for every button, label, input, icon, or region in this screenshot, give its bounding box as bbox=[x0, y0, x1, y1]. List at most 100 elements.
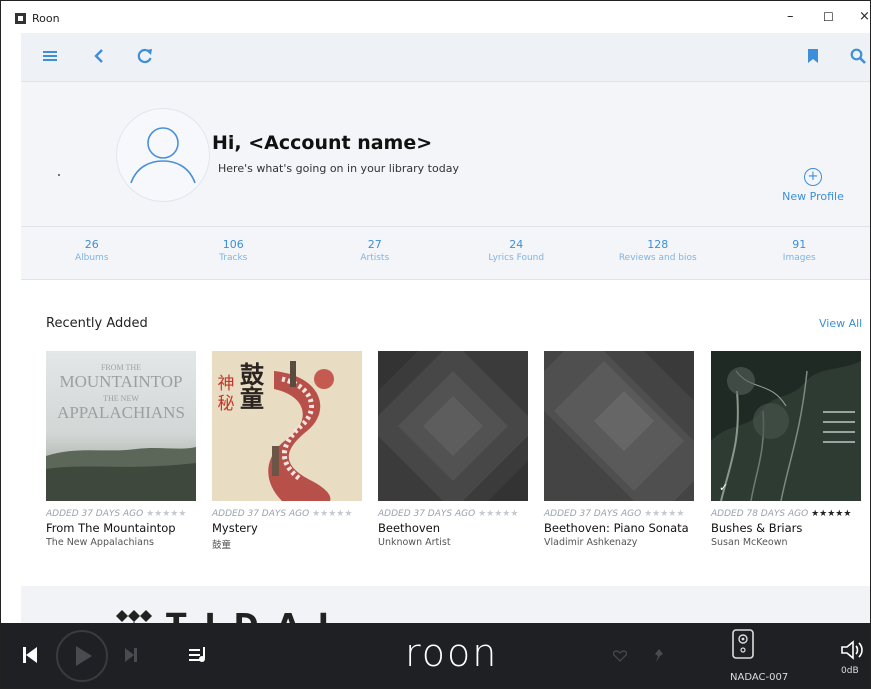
recently-added-heading: Recently Added bbox=[46, 316, 148, 331]
album-cover[interactable]: ✓ bbox=[711, 351, 861, 501]
library-stats: 26 Albums 106 Tracks 27 Artists 24 Lyric… bbox=[21, 226, 870, 280]
stat-value: 26 bbox=[84, 238, 99, 251]
album-cover-art bbox=[544, 351, 694, 501]
stat-value: 106 bbox=[222, 238, 244, 251]
album-cover-art: 鼓 童 神 秘 bbox=[212, 351, 362, 501]
play-button[interactable] bbox=[55, 629, 109, 683]
cover-line-4: 秘 bbox=[218, 394, 235, 414]
stat-reviews[interactable]: 128 Reviews and bios bbox=[587, 227, 729, 279]
album-card[interactable]: 鼓 童 神 秘 ADDED 37 DAYS AGO ★★★★★ Mystery … bbox=[212, 351, 362, 551]
stat-value: 24 bbox=[509, 238, 524, 251]
avatar[interactable] bbox=[116, 108, 210, 202]
new-profile-button[interactable]: + New Profile bbox=[773, 168, 853, 203]
album-card[interactable]: ✓ ADDED 78 DAYS AGO ★★★★★ Bushes & Briar… bbox=[711, 351, 861, 548]
cover-line-2: 童 bbox=[240, 385, 264, 413]
album-title[interactable]: Beethoven bbox=[378, 521, 528, 535]
album-artist[interactable]: 鼓童 bbox=[212, 537, 362, 551]
checkmark-icon: ✓ bbox=[719, 481, 728, 494]
queue-icon[interactable] bbox=[189, 647, 207, 663]
album-artist[interactable]: Susan McKeown bbox=[711, 537, 861, 548]
album-title[interactable]: Beethoven: Piano Sonata bbox=[544, 521, 694, 535]
hamburger-menu-icon[interactable] bbox=[43, 50, 57, 62]
page-indicator-dot bbox=[58, 174, 60, 176]
stat-albums[interactable]: 26 Albums bbox=[21, 227, 163, 279]
refresh-icon[interactable] bbox=[137, 48, 153, 64]
album-card[interactable]: ADDED 37 DAYS AGO ★★★★★ Beethoven: Piano… bbox=[544, 351, 694, 548]
stat-value: 91 bbox=[792, 238, 807, 251]
album-artist[interactable]: Vladimir Ashkenazy bbox=[544, 537, 694, 548]
pin-icon[interactable] bbox=[653, 649, 665, 663]
volume-icon[interactable] bbox=[840, 640, 864, 660]
app-icon bbox=[15, 13, 26, 24]
left-margin bbox=[1, 33, 21, 623]
album-cover[interactable] bbox=[544, 351, 694, 501]
album-cover[interactable] bbox=[378, 351, 528, 501]
toolbar bbox=[21, 33, 870, 82]
zone-name[interactable]: NADAC-007 bbox=[730, 672, 788, 683]
roon-app: Hi, <Account name> Here's what's going o… bbox=[21, 33, 870, 623]
album-title[interactable]: Bushes & Briars bbox=[711, 521, 861, 535]
title-bar: Roon – ☐ × bbox=[1, 1, 870, 33]
greeting-subtitle: Here's what's going on in your library t… bbox=[218, 162, 459, 175]
added-date: ADDED 37 DAYS AGO ★★★★★ bbox=[212, 509, 362, 519]
rating-stars[interactable]: ★★★★★ bbox=[811, 509, 851, 519]
stat-value: 27 bbox=[367, 238, 382, 251]
maximize-button[interactable]: ☐ bbox=[823, 10, 834, 24]
album-title[interactable]: From The Mountaintop bbox=[46, 521, 196, 535]
next-track-icon[interactable] bbox=[125, 648, 137, 662]
tidal-logo: TIDAL bbox=[166, 608, 355, 623]
added-date: ADDED 37 DAYS AGO ★★★★★ bbox=[544, 509, 694, 519]
back-icon[interactable] bbox=[94, 49, 104, 63]
stat-artists[interactable]: 27 Artists bbox=[304, 227, 446, 279]
player-bar: roon NADAC-007 0dB bbox=[1, 623, 870, 688]
album-card[interactable]: FROM THE MOUNTAINTOP THE NEW APPALACHIAN… bbox=[46, 351, 196, 548]
new-profile-label: New Profile bbox=[782, 190, 844, 203]
stat-label: Lyrics Found bbox=[488, 253, 545, 263]
album-cover-art bbox=[378, 351, 528, 501]
minimize-button[interactable]: – bbox=[787, 9, 794, 24]
added-date: ADDED 37 DAYS AGO ★★★★★ bbox=[378, 509, 528, 519]
heart-icon[interactable] bbox=[613, 650, 627, 662]
rating-stars[interactable]: ★★★★★ bbox=[146, 509, 186, 519]
stat-lyrics[interactable]: 24 Lyrics Found bbox=[446, 227, 588, 279]
added-date: ADDED 37 DAYS AGO ★★★★★ bbox=[46, 509, 196, 519]
previous-track-icon[interactable] bbox=[23, 647, 37, 663]
stat-images[interactable]: 91 Images bbox=[729, 227, 871, 279]
album-cover-art: ✓ bbox=[711, 351, 861, 501]
search-icon[interactable] bbox=[850, 48, 866, 64]
album-cover[interactable]: 鼓 童 神 秘 bbox=[212, 351, 362, 501]
user-icon bbox=[130, 127, 196, 184]
rating-stars[interactable]: ★★★★★ bbox=[478, 509, 518, 519]
album-title[interactable]: Mystery bbox=[212, 521, 362, 535]
added-date-text: ADDED 37 DAYS AGO bbox=[378, 509, 476, 519]
stat-tracks[interactable]: 106 Tracks bbox=[163, 227, 305, 279]
stat-label: Tracks bbox=[219, 253, 248, 263]
cover-line-2: MOUNTAINTOP bbox=[60, 372, 183, 391]
added-date-text: ADDED 78 DAYS AGO bbox=[711, 509, 809, 519]
added-date-text: ADDED 37 DAYS AGO bbox=[544, 509, 642, 519]
tidal-banner[interactable]: TIDAL bbox=[21, 586, 870, 623]
bookmark-icon[interactable] bbox=[808, 49, 818, 63]
rating-stars[interactable]: ★★★★★ bbox=[644, 509, 684, 519]
album-artist[interactable]: Unknown Artist bbox=[378, 537, 528, 548]
added-date-text: ADDED 37 DAYS AGO bbox=[212, 509, 310, 519]
cover-line-3: 神 bbox=[218, 374, 235, 394]
album-artist[interactable]: The New Appalachians bbox=[46, 537, 196, 548]
close-button[interactable]: × bbox=[859, 9, 870, 24]
stat-label: Images bbox=[782, 253, 816, 263]
album-card[interactable]: ADDED 37 DAYS AGO ★★★★★ Beethoven Unknow… bbox=[378, 351, 528, 548]
rating-stars[interactable]: ★★★★★ bbox=[312, 509, 352, 519]
stat-value: 128 bbox=[647, 238, 669, 251]
speaker-icon[interactable] bbox=[732, 629, 754, 659]
cover-line-3: THE NEW bbox=[103, 394, 139, 403]
greeting-title: Hi, <Account name> bbox=[212, 132, 433, 154]
album-cover-art: FROM THE MOUNTAINTOP THE NEW APPALACHIAN… bbox=[46, 351, 196, 501]
album-cover[interactable]: FROM THE MOUNTAINTOP THE NEW APPALACHIAN… bbox=[46, 351, 196, 501]
roon-window: Roon – ☐ × Hi, <Account name> Here's wha… bbox=[0, 0, 871, 689]
play-icon bbox=[76, 646, 92, 666]
cover-line-1: FROM THE bbox=[101, 363, 141, 372]
stat-label: Artists bbox=[360, 253, 390, 263]
plus-circle-icon: + bbox=[804, 168, 822, 186]
roon-logo: roon bbox=[405, 631, 499, 675]
view-all-link[interactable]: View All bbox=[819, 317, 862, 330]
